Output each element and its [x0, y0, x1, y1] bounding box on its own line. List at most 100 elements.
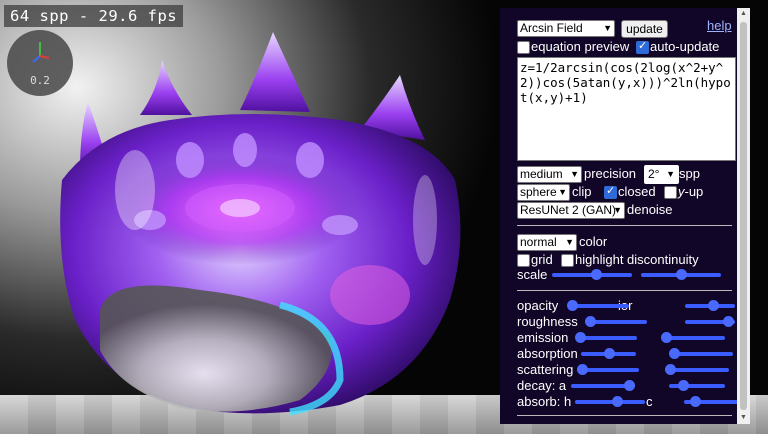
update-button[interactable]: update: [621, 20, 668, 38]
scrollbar-thumb[interactable]: [740, 22, 747, 410]
material-slider[interactable]: [665, 364, 729, 375]
slider-knob[interactable]: [603, 348, 615, 359]
precision-select[interactable]: medium ▼: [517, 166, 582, 183]
slider-label: absorption: [517, 346, 578, 361]
precision-label: precision: [584, 166, 637, 181]
scroll-down-icon[interactable]: ▼: [737, 412, 750, 424]
chevron-down-icon: ▼: [603, 23, 612, 33]
slider-track: [575, 400, 645, 404]
slider-label: roughness: [517, 314, 578, 329]
slider-track: [587, 320, 647, 324]
material-slider[interactable]: [669, 380, 725, 391]
slider-knob[interactable]: [567, 300, 578, 311]
scale-slider-a[interactable]: [552, 269, 632, 280]
slider-knob[interactable]: [707, 300, 719, 311]
closed-checkbox[interactable]: [604, 184, 617, 199]
material-slider[interactable]: [585, 316, 647, 327]
slider-label-secondary: c: [646, 394, 653, 409]
preset-select[interactable]: Arcsin Field ▼: [517, 20, 615, 37]
slider-label: scattering: [517, 362, 574, 377]
equation-preview-checkbox[interactable]: [517, 41, 530, 54]
auto-update-checkbox[interactable]: [636, 39, 649, 54]
spp-value: 2°: [648, 167, 660, 181]
slider-label: emission: [517, 330, 569, 345]
spp-select[interactable]: 2° ▼: [644, 165, 679, 184]
slider-knob[interactable]: [577, 364, 588, 375]
slider-knob[interactable]: [722, 316, 734, 327]
denoise-select[interactable]: ResUNet 2 (GAN) ▼: [517, 202, 625, 219]
control-panel: Arcsin Field ▼ update help equation previ…: [500, 8, 750, 424]
gizmo-value: 0.2: [30, 74, 50, 87]
color-select[interactable]: normal ▼: [517, 234, 577, 251]
panel-scrollbar[interactable]: ▲ ▼: [737, 8, 750, 424]
preset-value: Arcsin Field: [520, 21, 583, 35]
slider-knob[interactable]: [612, 396, 623, 407]
slider-knob[interactable]: [575, 332, 586, 343]
slider-knob[interactable]: [665, 364, 677, 375]
stats-overlay: 64 spp - 29.6 fps: [4, 5, 184, 27]
grid-checkbox[interactable]: [517, 254, 530, 267]
axis-gizmo-icon: [32, 42, 50, 63]
y-up-checkbox[interactable]: [664, 186, 677, 199]
clip-label: clip: [572, 184, 592, 199]
divider: [517, 290, 732, 291]
slider-knob[interactable]: [676, 269, 687, 280]
highlight-discontinuity-checkbox[interactable]: [561, 254, 574, 267]
closed-label: closed: [618, 184, 656, 199]
slider-track: [663, 336, 725, 340]
denoise-value: ResUNet 2 (GAN): [520, 203, 617, 217]
material-slider[interactable]: [575, 332, 637, 343]
material-slider[interactable]: [661, 332, 725, 343]
help-link[interactable]: help: [707, 18, 732, 33]
precision-value: medium: [520, 167, 563, 181]
chevron-down-icon: ▼: [613, 205, 622, 215]
denoise-label: denoise: [627, 202, 673, 217]
slider-track: [577, 336, 637, 340]
scale-label: scale: [517, 267, 548, 282]
slider-track: [579, 368, 639, 372]
rendered-surface: [60, 32, 461, 416]
slider-track: [569, 304, 629, 308]
material-slider[interactable]: [575, 396, 645, 407]
slider-knob[interactable]: [669, 348, 681, 359]
y-up-label-suffix: -up: [684, 184, 704, 199]
slider-label: decay: a: [517, 378, 567, 393]
slider-knob[interactable]: [591, 269, 602, 280]
material-slider[interactable]: [571, 380, 635, 391]
chevron-down-icon: ▼: [666, 169, 675, 179]
material-slider[interactable]: [581, 348, 636, 359]
axis-gizmo[interactable]: 0.2: [7, 30, 73, 96]
scale-slider-b[interactable]: [641, 269, 721, 280]
clip-select[interactable]: sphere ▼: [517, 184, 570, 201]
spp-label: spp: [679, 166, 700, 181]
slider-knob[interactable]: [585, 316, 596, 327]
material-slider[interactable]: [669, 348, 733, 359]
slider-knob[interactable]: [623, 380, 635, 391]
chevron-down-icon: ▼: [570, 169, 579, 179]
slider-label: opacity: [517, 298, 559, 313]
material-slider[interactable]: [577, 364, 639, 375]
chevron-down-icon: ▼: [558, 187, 567, 197]
slider-label: absorb: h: [517, 394, 572, 409]
chevron-down-icon: ▼: [565, 237, 574, 247]
material-slider[interactable]: [567, 300, 629, 311]
color-label: color: [579, 234, 608, 249]
clip-value: sphere: [520, 185, 557, 199]
slider-track: [671, 352, 733, 356]
divider: [517, 225, 732, 226]
grid-label: grid: [531, 252, 553, 267]
slider-knob[interactable]: [661, 332, 673, 343]
scroll-up-icon[interactable]: ▲: [737, 8, 750, 20]
equation-textarea[interactable]: z=1/2arcsin(cos(2log(x^2+y^2))cos(5atan(…: [517, 57, 736, 161]
divider: [517, 415, 732, 416]
material-slider[interactable]: [685, 316, 735, 327]
equation-preview-label: equation preview: [531, 39, 630, 54]
material-slider[interactable]: [684, 396, 740, 407]
auto-update-label: auto-update: [650, 39, 720, 54]
slider-knob[interactable]: [678, 380, 689, 391]
color-value: normal: [520, 235, 557, 249]
slider-knob[interactable]: [690, 396, 702, 407]
y-up-label: y-up: [678, 184, 703, 199]
material-slider[interactable]: [685, 300, 735, 311]
highlight-discontinuity-label: highlight discontinuity: [575, 252, 699, 267]
